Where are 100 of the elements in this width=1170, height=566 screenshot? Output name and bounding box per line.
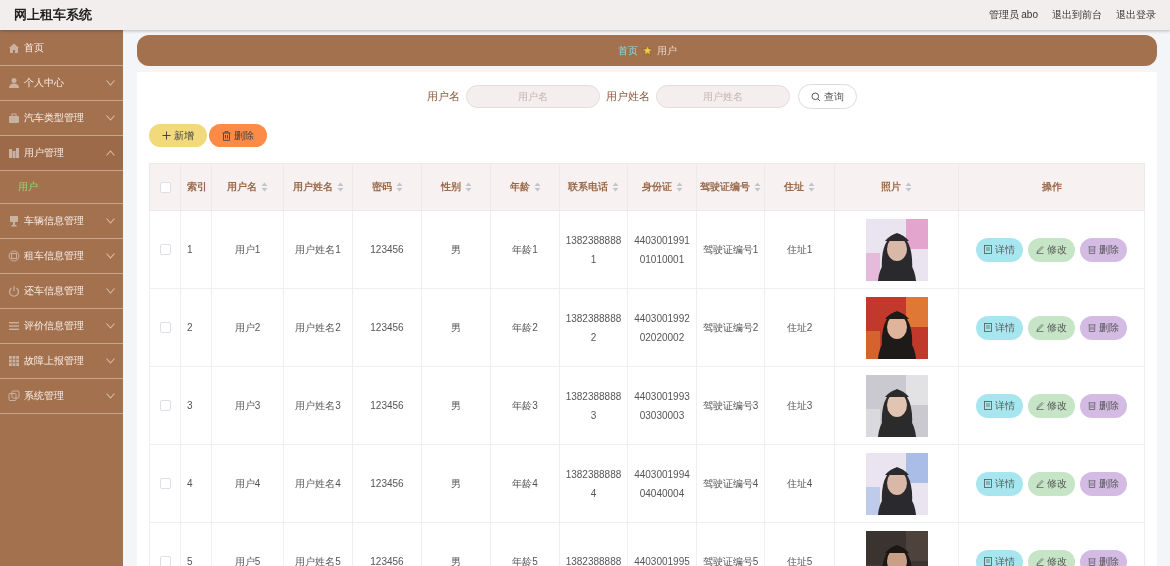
detail-button[interactable]: 详情 xyxy=(976,393,1023,418)
table-cell: 男 xyxy=(451,478,461,489)
row-checkbox[interactable] xyxy=(159,556,171,566)
document-icon xyxy=(984,479,992,488)
table-cell: 123456 xyxy=(370,244,404,255)
sidebar-item[interactable]: 系统管理 xyxy=(0,379,123,414)
column-header: 身份证 xyxy=(641,180,672,194)
table-cell: 用户姓名1 xyxy=(295,244,341,255)
row-checkbox[interactable] xyxy=(159,244,171,256)
table-cell: 用户姓名4 xyxy=(295,478,341,489)
detail-button[interactable]: 详情 xyxy=(976,471,1023,496)
column-header: 驾驶证编号 xyxy=(700,180,750,194)
chevron-icon xyxy=(106,393,115,399)
table-cell: 住址2 xyxy=(786,322,813,333)
pencil-icon xyxy=(1036,401,1044,410)
sort-icon[interactable] xyxy=(675,182,683,192)
row-checkbox[interactable] xyxy=(159,478,171,490)
table-cell: 13823888882 xyxy=(565,312,622,343)
sort-icon[interactable] xyxy=(533,182,541,192)
chevron-icon xyxy=(106,150,115,156)
delete-button[interactable]: 删除 xyxy=(1080,315,1127,340)
edit-button[interactable]: 修改 xyxy=(1028,549,1075,566)
sidebar-item[interactable]: 首页 xyxy=(0,31,123,66)
table-cell: 年龄2 xyxy=(512,322,538,333)
table-cell: 440300199303030003 xyxy=(634,390,690,421)
edit-button[interactable]: 修改 xyxy=(1028,315,1075,340)
sort-icon[interactable] xyxy=(464,182,472,192)
sidebar-subitem[interactable]: 用户 xyxy=(0,171,123,204)
add-button[interactable]: 新增 xyxy=(149,124,207,147)
pencil-icon xyxy=(1036,479,1044,488)
search-icon xyxy=(811,91,821,102)
table-cell: 年龄4 xyxy=(512,478,538,489)
sidebar-item[interactable]: 个人中心 xyxy=(0,66,123,101)
table-cell: 13823888881 xyxy=(565,234,622,265)
header-link[interactable]: 退出到前台 xyxy=(1052,8,1102,22)
column-header: 联系电话 xyxy=(568,180,608,194)
list-icon xyxy=(8,320,20,332)
sort-icon[interactable] xyxy=(905,182,912,192)
sort-icon[interactable] xyxy=(336,182,344,192)
row-checkbox[interactable] xyxy=(159,400,171,412)
column-header: 年龄 xyxy=(509,180,530,194)
sidebar-item[interactable]: 还车信息管理 xyxy=(0,274,123,309)
sort-icon[interactable] xyxy=(395,182,403,192)
detail-button[interactable]: 详情 xyxy=(976,549,1023,566)
home-icon xyxy=(8,42,20,54)
briefcase-icon xyxy=(8,112,20,124)
column-header: 索引 xyxy=(187,180,207,194)
app-title: 网上租车系统 xyxy=(14,6,92,24)
detail-button[interactable]: 详情 xyxy=(976,315,1023,340)
table-cell: 用户2 xyxy=(234,322,261,333)
edit-button[interactable]: 修改 xyxy=(1028,393,1075,418)
document-icon xyxy=(984,245,992,254)
detail-button[interactable]: 详情 xyxy=(976,237,1023,262)
sidebar-item[interactable]: 评价信息管理 xyxy=(0,309,123,344)
edit-button[interactable]: 修改 xyxy=(1028,237,1075,262)
table-cell: 1382388888 xyxy=(565,556,622,566)
pencil-icon xyxy=(1036,557,1044,566)
chevron-icon xyxy=(106,253,115,259)
breadcrumb-item[interactable]: 首页 xyxy=(617,43,638,58)
row-checkbox[interactable] xyxy=(159,322,171,334)
table-cell: 2 xyxy=(187,322,193,333)
chevron-icon xyxy=(106,80,115,86)
trash-icon xyxy=(1088,479,1096,488)
header-link[interactable]: 管理员 abo xyxy=(988,8,1038,22)
delete-button[interactable]: 删除 xyxy=(1080,471,1127,496)
select-all-checkbox[interactable] xyxy=(159,181,171,193)
table-cell: 驾驶证编号4 xyxy=(702,478,759,489)
delete-button[interactable]: 删除 xyxy=(209,124,267,147)
document-icon xyxy=(984,323,992,332)
sort-icon[interactable] xyxy=(612,182,619,192)
document-icon xyxy=(984,401,992,410)
sort-icon[interactable] xyxy=(754,182,761,192)
column-header: 用户名 xyxy=(227,180,257,194)
trash-icon xyxy=(222,130,231,141)
sidebar-item[interactable]: 租车信息管理 xyxy=(0,239,123,274)
table-cell: 驾驶证编号5 xyxy=(702,556,759,566)
sort-icon[interactable] xyxy=(808,182,815,192)
column-header: 住址 xyxy=(784,180,804,194)
sidebar-item[interactable]: 车辆信息管理 xyxy=(0,204,123,239)
header-link[interactable]: 退出登录 xyxy=(1116,8,1156,22)
sort-icon[interactable] xyxy=(261,182,268,192)
delete-button[interactable]: 删除 xyxy=(1080,237,1127,262)
delete-button[interactable]: 删除 xyxy=(1080,549,1127,566)
field-label: 用户姓名 xyxy=(606,89,650,104)
table-cell: 年龄3 xyxy=(512,400,538,411)
table-cell: 3 xyxy=(187,400,193,411)
sidebar-item[interactable]: 用户管理 xyxy=(0,136,123,171)
sidebar-item[interactable]: 故障上报管理 xyxy=(0,344,123,379)
ring-icon xyxy=(8,250,20,262)
table-cell: 年龄5 xyxy=(512,556,538,566)
delete-button[interactable]: 删除 xyxy=(1080,393,1127,418)
table-cell: 年龄1 xyxy=(512,244,538,255)
monitor-icon xyxy=(8,215,20,227)
column-header: 操作 xyxy=(1041,180,1062,194)
table-cell: 用户5 xyxy=(234,556,261,566)
search-button[interactable]: 查询 xyxy=(798,84,857,109)
trash-icon xyxy=(1088,401,1096,410)
document-icon xyxy=(984,557,992,566)
table-cell: 男 xyxy=(451,556,461,566)
edit-button[interactable]: 修改 xyxy=(1028,471,1075,496)
